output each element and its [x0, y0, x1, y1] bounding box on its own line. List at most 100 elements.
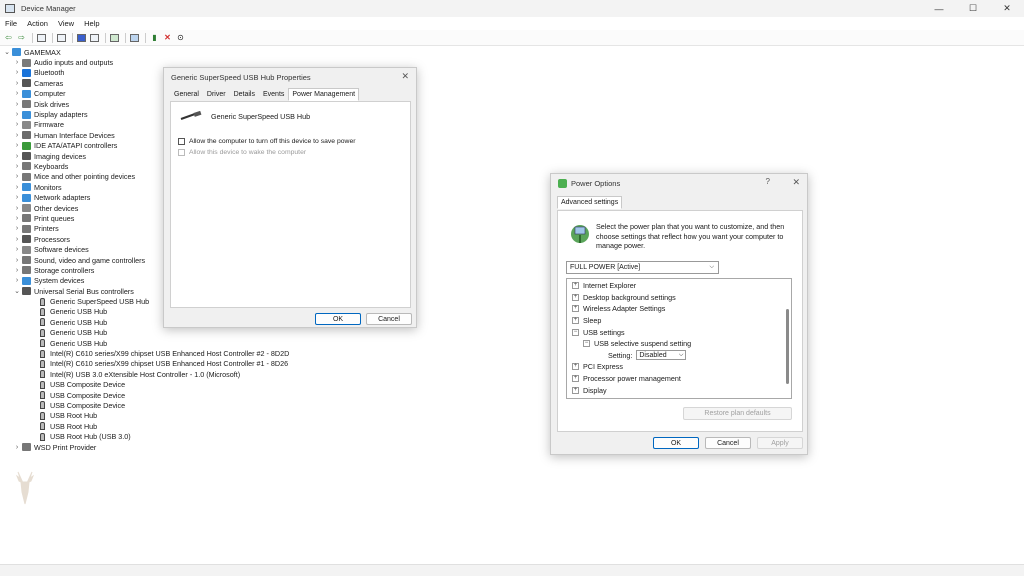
chevron-down-icon[interactable]: ⌄ [12, 287, 22, 295]
tab-details[interactable]: Details [230, 88, 259, 101]
chevron-right-icon[interactable]: › [12, 246, 22, 253]
chevron-down-icon[interactable]: ⌄ [2, 48, 12, 56]
chevron-right-icon[interactable]: › [12, 69, 22, 76]
allow-turn-off-checkbox[interactable] [178, 138, 185, 145]
chevron-right-icon[interactable]: › [12, 153, 22, 160]
chevron-right-icon[interactable]: › [12, 236, 22, 243]
chevron-right-icon[interactable]: › [12, 184, 22, 191]
tree-device[interactable]: Intel(R) USB 3.0 eXtensible Host Control… [0, 369, 400, 379]
chevron-right-icon[interactable]: › [12, 173, 22, 180]
expand-icon[interactable]: + [572, 293, 579, 301]
setting-item[interactable]: − USB settings [572, 326, 777, 338]
expand-icon[interactable]: + [572, 282, 579, 290]
printer-icon [22, 443, 31, 452]
menu-action[interactable]: Action [22, 19, 53, 28]
close-icon[interactable]: ✕ [792, 177, 800, 188]
tree-device[interactable]: USB Composite Device [0, 380, 400, 390]
tree-device[interactable]: USB Composite Device [0, 390, 400, 400]
chevron-right-icon[interactable]: › [12, 142, 22, 149]
close-button[interactable]: ✕ [990, 0, 1024, 17]
settings-scrollbar[interactable] [786, 309, 789, 384]
tab-events[interactable]: Events [259, 88, 288, 101]
cancel-button[interactable]: Cancel [705, 437, 751, 449]
expand-icon[interactable]: + [572, 363, 579, 371]
chevron-right-icon[interactable]: › [12, 111, 22, 118]
chevron-right-icon[interactable]: › [12, 277, 22, 284]
chevron-right-icon[interactable]: › [12, 132, 22, 139]
tree-device[interactable]: Generic USB Hub [0, 338, 400, 348]
usb-device-icon [40, 391, 45, 400]
setting-item[interactable]: + Sleep [572, 315, 777, 327]
collapse-icon[interactable]: − [572, 328, 579, 336]
update-driver-icon[interactable] [109, 32, 120, 43]
cancel-button[interactable]: Cancel [366, 313, 412, 325]
chevron-right-icon[interactable]: › [12, 444, 22, 451]
action-pane-icon[interactable] [89, 32, 100, 43]
close-icon[interactable]: ✕ [401, 71, 409, 82]
chevron-right-icon[interactable]: › [12, 205, 22, 212]
tree-category[interactable]: › WSD Print Provider [0, 442, 400, 452]
tab-general[interactable]: General [170, 88, 203, 101]
chevron-right-icon[interactable]: › [12, 59, 22, 66]
tree-root[interactable]: ⌄ GAMEMAX [0, 47, 400, 57]
setting-item[interactable]: + Desktop background settings [572, 292, 777, 304]
power-plan-dropdown[interactable]: FULL POWER [Active] ⌵ [566, 261, 719, 274]
tab-driver[interactable]: Driver [203, 88, 230, 101]
tree-device[interactable]: Intel(R) C610 series/X99 chipset USB Enh… [0, 348, 400, 358]
setting-item[interactable]: − USB selective suspend setting [572, 338, 777, 350]
expand-icon[interactable]: + [572, 375, 579, 383]
apply-button[interactable]: Apply [757, 437, 803, 449]
properties-icon[interactable] [56, 32, 67, 43]
chevron-right-icon[interactable]: › [12, 121, 22, 128]
allow-turn-off-option[interactable]: Allow the computer to turn off this devi… [178, 138, 355, 145]
menu-help[interactable]: Help [79, 19, 104, 28]
menu-file[interactable]: File [0, 19, 22, 28]
tree-device[interactable]: Generic USB Hub [0, 328, 400, 338]
setting-item[interactable]: + PCI Express [572, 361, 777, 373]
show-hide-tree-icon[interactable] [36, 32, 47, 43]
collapse-icon[interactable]: − [583, 340, 590, 348]
chevron-right-icon[interactable]: › [12, 257, 22, 264]
help-icon[interactable] [76, 32, 87, 43]
tree-device[interactable]: USB Root Hub [0, 411, 400, 421]
chevron-right-icon[interactable]: › [12, 80, 22, 87]
expand-icon[interactable]: + [572, 305, 579, 313]
restore-plan-defaults-button[interactable]: Restore plan defaults [683, 407, 792, 420]
chevron-right-icon[interactable]: › [12, 163, 22, 170]
tab-power-management[interactable]: Power Management [288, 88, 360, 101]
chevron-right-icon[interactable]: › [12, 194, 22, 201]
expand-icon[interactable]: + [572, 398, 579, 399]
setting-item[interactable]: + Internet Explorer [572, 280, 777, 292]
setting-label: Setting: [608, 350, 633, 360]
tree-device[interactable]: USB Root Hub [0, 421, 400, 431]
tree-device[interactable]: USB Root Hub (USB 3.0) [0, 431, 400, 441]
maximize-button[interactable]: ☐ [956, 0, 990, 17]
chevron-right-icon[interactable]: › [12, 215, 22, 222]
expand-icon[interactable]: + [572, 317, 579, 325]
ok-button[interactable]: OK [653, 437, 699, 449]
ok-button[interactable]: OK [315, 313, 361, 325]
add-driver-icon[interactable]: ▮ [149, 32, 160, 43]
usb-device-icon [40, 328, 45, 337]
tree-device[interactable]: Intel(R) C610 series/X99 chipset USB Enh… [0, 359, 400, 369]
tree-device[interactable]: USB Composite Device [0, 400, 400, 410]
help-icon[interactable]: ? [766, 177, 770, 186]
back-arrow-icon[interactable]: ⇦ [3, 32, 14, 43]
chevron-right-icon[interactable]: › [12, 101, 22, 108]
chevron-right-icon[interactable]: › [12, 90, 22, 97]
expand-icon[interactable]: + [572, 386, 579, 394]
download-icon[interactable]: ⊙ [175, 32, 186, 43]
setting-item[interactable]: + Display [572, 384, 777, 396]
setting-item[interactable]: + Wireless Adapter Settings [572, 303, 777, 315]
uninstall-icon[interactable]: ✕ [162, 32, 173, 43]
tab-advanced-settings[interactable]: Advanced settings [557, 196, 623, 209]
scan-hardware-icon[interactable] [129, 32, 140, 43]
forward-arrow-icon[interactable]: ⇨ [16, 32, 27, 43]
minimize-button[interactable]: — [922, 0, 956, 17]
setting-dropdown[interactable]: Disabled ⌵ [636, 350, 687, 361]
chevron-right-icon[interactable]: › [12, 267, 22, 274]
setting-item[interactable]: + Multimedia settings [572, 396, 777, 399]
menu-view[interactable]: View [53, 19, 79, 28]
chevron-right-icon[interactable]: › [12, 225, 22, 232]
setting-item[interactable]: + Processor power management [572, 373, 777, 385]
